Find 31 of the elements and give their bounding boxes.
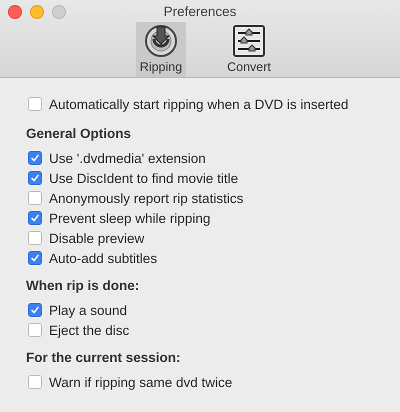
checkbox[interactable] [28, 251, 42, 265]
option-label: Anonymously report rip statistics [49, 190, 244, 206]
option-label: Warn if ripping same dvd twice [49, 374, 232, 390]
toolbar-tab[interactable]: Convert [224, 22, 274, 77]
window-title: Preferences [164, 4, 236, 18]
zoom-button[interactable] [52, 5, 66, 19]
section-heading: General Options [26, 125, 132, 143]
checkbox[interactable] [28, 231, 42, 245]
option-label: Automatically start ripping when a DVD is inserted [49, 96, 348, 112]
disc-download-icon [144, 24, 178, 58]
checkbox[interactable] [28, 375, 42, 389]
checkbox[interactable] [28, 97, 42, 111]
toolbar-tab[interactable]: Ripping [136, 22, 186, 77]
checkbox[interactable] [28, 323, 42, 337]
option-label: Prevent sleep while ripping [49, 210, 210, 226]
option-label: Play a sound [49, 302, 128, 318]
section-heading: When rip is done: [26, 277, 140, 295]
checkbox[interactable] [28, 211, 42, 225]
option-label: Disable preview [49, 230, 144, 246]
sliders-icon [232, 24, 266, 58]
option-label: Use '.dvdmedia' extension [49, 150, 206, 166]
option-label: Use DiscIdent to find movie title [49, 170, 238, 186]
option-label: Auto-add subtitles [49, 250, 158, 266]
option-label: Eject the disc [49, 322, 130, 338]
checkbox[interactable] [28, 151, 42, 165]
checkbox[interactable] [28, 171, 42, 185]
section-heading: For the current session: [26, 349, 182, 367]
close-button[interactable] [8, 5, 22, 19]
checkbox[interactable] [28, 303, 42, 317]
minimize-button[interactable] [30, 5, 44, 19]
checkbox[interactable] [28, 191, 42, 205]
